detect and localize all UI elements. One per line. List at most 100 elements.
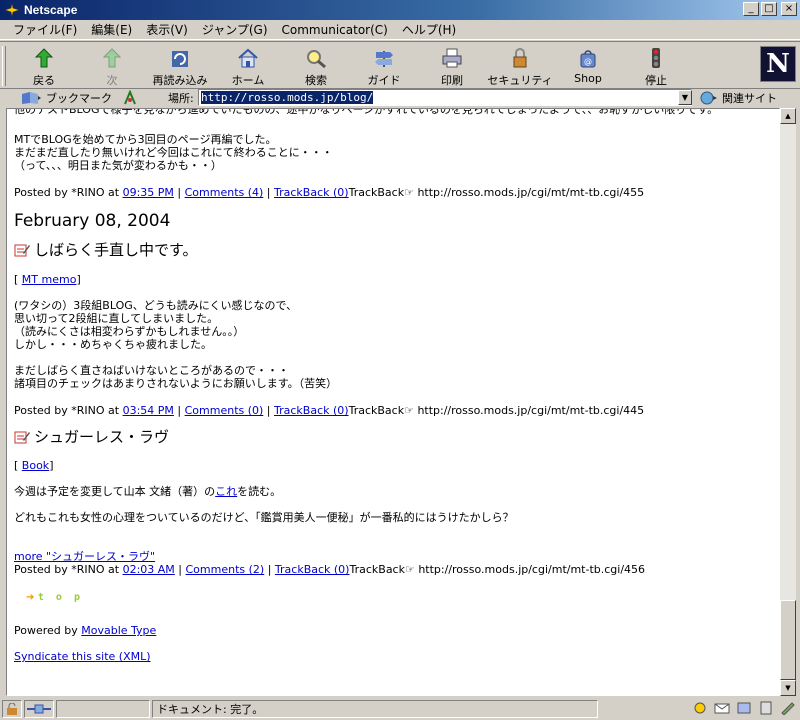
permalink-link[interactable]: 02:03 AM (123, 563, 175, 576)
entry-text: 諸項目のチェックはあまりされないようにお願いします。（苦笑） (14, 377, 338, 390)
close-button[interactable]: × (781, 2, 797, 16)
newsgroup-icon[interactable] (736, 701, 752, 715)
security-button[interactable]: セキュリティ (486, 42, 554, 88)
powered-by: Powered by Movable Type (14, 624, 157, 637)
comments-link[interactable]: Comments (2) (186, 563, 265, 576)
bookmarks-button[interactable]: ブックマーク (20, 90, 112, 106)
url-input[interactable]: http://rosso.mods.jp/blog/ (198, 89, 692, 106)
scroll-up-button[interactable]: ▲ (780, 108, 796, 124)
guide-label: ガイド (367, 74, 401, 87)
stop-label: 停止 (645, 74, 667, 87)
home-button[interactable]: ホーム (214, 42, 282, 88)
menu-go[interactable]: ジャンプ(G) (195, 21, 275, 38)
menu-bar: ファイル(F) 編集(E) 表示(V) ジャンプ(G) Communicator… (0, 20, 800, 40)
entry-text: まだしばらく直さねばいけないところがあるので・・・ (14, 364, 289, 377)
navigator-icon[interactable] (692, 701, 708, 715)
post-footer: Posted by *RINO at 02:03 AM | Comments (… (14, 563, 646, 576)
page-proxy-icon[interactable] (122, 90, 138, 106)
bookmarks-icon (22, 92, 41, 104)
bookmarks-label: ブックマーク (46, 92, 112, 105)
url-dropdown-button[interactable]: ▼ (678, 90, 692, 105)
related-sites-icon (700, 91, 717, 105)
forward-button[interactable]: 次 (78, 42, 146, 88)
location-label: 場所: (168, 92, 194, 105)
category-line: [ Book] (14, 459, 54, 472)
entry-text: まだまだ直したり無いけれど今回はこれにて終わることに・・・ (14, 146, 333, 159)
scroll-down-button[interactable]: ▼ (780, 680, 796, 696)
comments-link[interactable]: Comments (4) (185, 186, 264, 199)
top-link[interactable]: ➔ t o p (26, 590, 83, 604)
related-sites-label: 関連サイト (722, 92, 777, 105)
padlock-icon (513, 48, 527, 68)
entry-text: MTでBLOGを始めてから3回目のページ再編でした。 (14, 133, 277, 146)
security-label: セキュリティ (487, 74, 553, 87)
security-status-icon[interactable] (2, 700, 22, 718)
back-button[interactable]: 戻る (10, 42, 78, 88)
trackback-link[interactable]: TrackBack (0) (274, 186, 349, 199)
trackback-link[interactable]: TrackBack (0) (275, 563, 350, 576)
trackback-link[interactable]: TrackBack (0) (274, 404, 349, 417)
category-link[interactable]: MT memo (22, 273, 77, 286)
composer-icon[interactable] (780, 701, 796, 716)
vertical-scrollbar[interactable]: ▲ ▼ (780, 108, 796, 696)
memo-pencil-icon (14, 244, 30, 257)
addressbook-icon[interactable] (758, 701, 774, 715)
entry-text: （読みにくさは相変わらずかもしれません。。） (14, 325, 245, 338)
mail-icon[interactable] (714, 701, 730, 715)
menu-view[interactable]: 表示(V) (139, 21, 195, 38)
print-button[interactable]: 印刷 (418, 42, 486, 88)
category-link[interactable]: Book (22, 459, 49, 472)
post-footer: Posted by *RINO at 09:35 PM | Comments (… (14, 186, 645, 199)
scroll-thumb[interactable] (780, 600, 796, 680)
toolbar-grip[interactable] (2, 46, 6, 86)
post-footer: Posted by *RINO at 03:54 PM | Comments (… (14, 404, 645, 417)
movable-type-link[interactable]: Movable Type (81, 624, 156, 637)
component-bar (692, 701, 796, 716)
category-line: [ MT memo] (14, 273, 81, 286)
top-cut-line: 他のテストBLOGで様子を見ながら進めていたものの、途中かなりページがずれている… (14, 108, 719, 116)
top-arrow-icon: ➔ (26, 592, 35, 603)
print-label: 印刷 (441, 74, 463, 87)
menu-help[interactable]: ヘルプ(H) (395, 21, 463, 38)
reload-label: 再読み込み (152, 74, 208, 87)
netscape-logo[interactable]: N (760, 46, 796, 82)
entry-text: 今週は予定を変更して山本 文緒（著）のこれを読む。 (14, 485, 282, 498)
menu-file[interactable]: ファイル(F) (6, 21, 84, 38)
progress-bar (56, 700, 150, 718)
reload-button[interactable]: 再読み込み (146, 42, 214, 88)
guide-icon (375, 51, 393, 67)
entry-title: しばらく手直し中です。 (14, 241, 198, 259)
forward-label: 次 (106, 74, 118, 87)
permalink-link[interactable]: 09:35 PM (123, 186, 174, 199)
shop-button[interactable]: @ Shop (554, 42, 622, 88)
minimize-button[interactable]: _ (743, 2, 759, 16)
netscape-app-icon (4, 2, 20, 18)
status-bar: ドキュメント: 完了。 (0, 698, 800, 720)
permalink-link[interactable]: 03:54 PM (123, 404, 174, 417)
more-link[interactable]: more "シュガーレス・ラヴ" (14, 550, 155, 563)
maximize-button[interactable]: □ (761, 2, 777, 16)
search-label: 検索 (305, 74, 327, 87)
book-link[interactable]: これ (215, 485, 237, 498)
title-bar: Netscape _ □ × (0, 0, 800, 20)
related-sites-button[interactable]: 関連サイト (700, 90, 777, 106)
guide-button[interactable]: ガイド (350, 42, 418, 88)
entry-title: シュガーレス・ラヴ (14, 428, 169, 446)
date-header: February 08, 2004 (14, 211, 171, 231)
forward-arrow-icon (102, 48, 122, 68)
menu-communicator[interactable]: Communicator(C) (275, 23, 395, 37)
page-content: 他のテストBLOGで様子を見ながら進めていたものの、途中かなりページがずれている… (6, 108, 780, 696)
memo-pencil-icon (14, 431, 30, 444)
navigation-toolbar: 戻る 次 再読み込み ホーム 検索 ガイド 印刷 セキュリティ @ Shop 停… (0, 41, 800, 89)
comments-link[interactable]: Comments (0) (185, 404, 264, 417)
stop-button[interactable]: 停止 (622, 42, 690, 88)
menu-edit[interactable]: 編集(E) (84, 21, 139, 38)
syndicate-link[interactable]: Syndicate this site (XML) (14, 650, 151, 663)
window-title: Netscape (24, 3, 78, 17)
location-bar: ブックマーク 場所: http://rosso.mods.jp/blog/ ▼ … (0, 89, 800, 107)
entry-text: (ワタシの）3段組BLOG、どうも読みにくい感じなので、 (14, 299, 298, 312)
reload-icon (172, 51, 188, 67)
back-label: 戻る (33, 74, 55, 87)
svg-text:@: @ (584, 57, 592, 66)
search-button[interactable]: 検索 (282, 42, 350, 88)
